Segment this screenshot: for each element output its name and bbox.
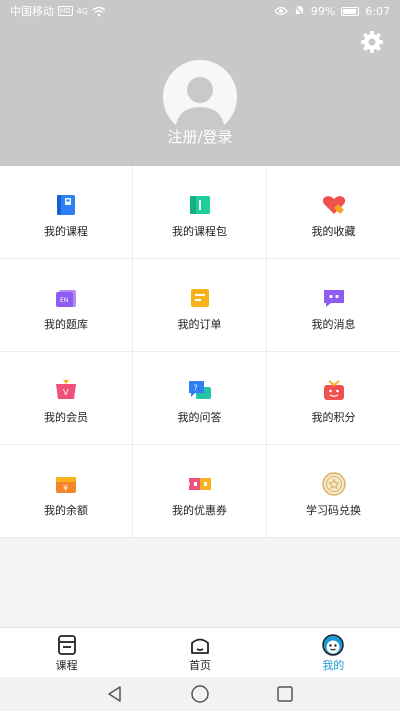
menu-item-label: 我的余额	[44, 504, 88, 517]
gear-icon[interactable]	[360, 30, 384, 54]
menu-item-label: 我的题库	[44, 318, 88, 331]
menu-item-my-course-package[interactable]: 我的课程包	[133, 166, 267, 259]
course-icon	[57, 635, 76, 655]
svg-text:?: ?	[193, 384, 197, 393]
vip-icon: V	[56, 380, 76, 399]
menu-item-my-qa[interactable]: ? 我的问答	[133, 352, 267, 445]
home-icon	[191, 638, 209, 654]
wallet-icon: ¥	[56, 477, 76, 493]
tab-label: 首页	[188, 659, 211, 672]
points-icon	[323, 380, 344, 400]
order-icon	[190, 289, 209, 307]
menu-item-label: 我的课程	[44, 225, 88, 238]
svg-text:V: V	[63, 388, 69, 397]
menu-item-my-orders[interactable]: 我的订单	[133, 259, 267, 352]
profile-header: 注册/登录	[0, 22, 400, 166]
mute-bell-icon	[294, 5, 305, 17]
status-right: 99% 6:07	[274, 5, 390, 18]
back-triangle-icon[interactable]	[105, 684, 125, 704]
menu-item-label: 我的积分	[311, 411, 356, 424]
qa-icon: ?	[188, 381, 211, 399]
menu-item-membership[interactable]: V 我的会员	[0, 352, 133, 445]
recents-square-icon[interactable]	[275, 684, 295, 704]
menu-item-label: 我的收藏	[311, 225, 356, 238]
tab-courses[interactable]: 课程	[0, 628, 133, 677]
status-left: 中国移动 HD 4G	[10, 3, 106, 19]
menu-item-my-points[interactable]: 我的积分	[267, 352, 400, 445]
battery-icon	[341, 6, 360, 16]
status-bar: 中国移动 HD 4G 99% 6:07	[0, 0, 400, 22]
hd-tag: HD	[58, 6, 73, 16]
menu-item-label: 我的课程包	[172, 225, 227, 238]
carrier-label: 中国移动	[10, 5, 54, 18]
menu-item-label: 我的消息	[311, 318, 356, 331]
system-nav-bar	[0, 677, 400, 711]
course-package-icon	[189, 196, 210, 214]
menu-item-label: 我的问答	[177, 411, 222, 424]
menu-item-my-courses[interactable]: 我的课程	[0, 166, 133, 259]
user-silhouette-icon	[175, 77, 225, 134]
battery-percent: 99%	[310, 4, 336, 18]
tab-mine[interactable]: 我的	[267, 628, 400, 677]
tab-label: 我的	[322, 659, 345, 672]
heart-icon	[322, 196, 345, 214]
menu-item-study-code-redeem[interactable]: 学习码兑换	[267, 445, 400, 538]
login-register-link[interactable]: 注册/登录	[0, 126, 400, 147]
network-label: 4G	[76, 6, 88, 16]
book-icon	[57, 195, 75, 215]
menu-item-my-balance[interactable]: ¥ 我的余额	[0, 445, 133, 538]
message-icon	[323, 290, 344, 307]
menu-item-my-favorites[interactable]: 我的收藏	[267, 166, 400, 259]
profile-face-icon	[322, 634, 345, 656]
svg-text:¥: ¥	[63, 484, 68, 493]
star-coin-icon	[321, 472, 346, 496]
menu-item-question-bank[interactable]: EN 我的题库	[0, 259, 133, 352]
tab-label: 课程	[55, 659, 78, 672]
menu-item-label: 我的会员	[44, 411, 88, 424]
menu-grid: 我的课程 我的课程包 我的收藏 EN 我的题库 我的订单 我的消息 V 我的会员…	[0, 166, 400, 538]
coupon-icon	[188, 478, 211, 490]
tab-home[interactable]: 首页	[133, 628, 266, 677]
menu-item-label: 学习码兑换	[306, 504, 361, 517]
menu-item-label: 我的优惠券	[172, 504, 227, 517]
menu-item-my-messages[interactable]: 我的消息	[267, 259, 400, 352]
home-circle-icon[interactable]	[190, 684, 210, 704]
avatar[interactable]	[163, 60, 237, 134]
eye-icon	[274, 6, 288, 16]
menu-item-my-coupons[interactable]: 我的优惠券	[133, 445, 267, 538]
svg-text:EN: EN	[60, 297, 68, 304]
bottom-nav: 课程 首页 我的	[0, 627, 400, 677]
menu-item-label: 我的订单	[177, 318, 222, 331]
clock: 6:07	[365, 4, 390, 18]
wifi-icon	[92, 6, 106, 16]
question-bank-icon: EN	[56, 290, 76, 307]
